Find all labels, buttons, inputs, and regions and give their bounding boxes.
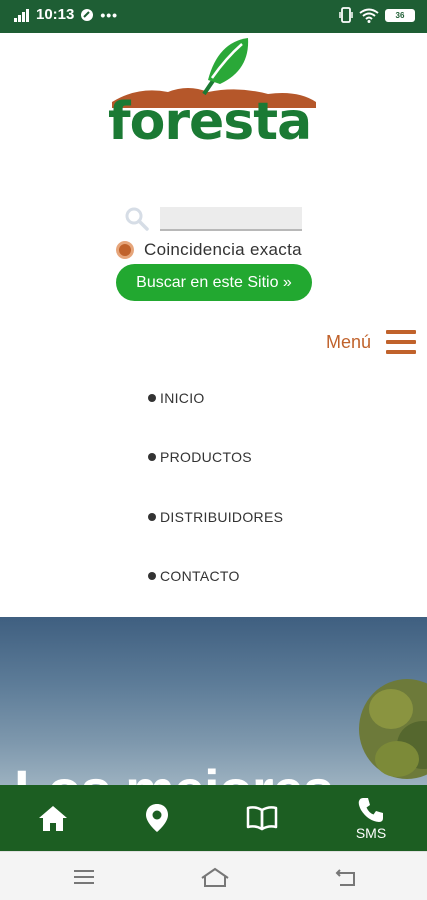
bullet-icon — [148, 572, 156, 580]
sms-label: SMS — [355, 824, 387, 841]
bullet-icon — [148, 513, 156, 521]
search-site-button[interactable]: Buscar en este Sitio » — [116, 264, 312, 301]
nav-item-inicio[interactable]: INICIO — [148, 390, 205, 406]
status-left: 10:13 ••• — [14, 6, 118, 23]
bullet-icon — [148, 394, 156, 402]
system-nav-bar — [0, 851, 427, 900]
bottom-nav: SMS — [0, 785, 427, 851]
signal-icon — [14, 8, 29, 22]
search-input[interactable] — [160, 207, 302, 231]
exact-match-radio[interactable] — [116, 241, 134, 259]
bullet-icon — [148, 453, 156, 461]
phone-icon — [358, 797, 383, 822]
location-pin-icon — [146, 804, 168, 832]
hero-title: Los mejores — [14, 757, 334, 785]
home-button-icon[interactable] — [200, 866, 230, 888]
nav-item-label: INICIO — [160, 390, 205, 406]
nav-item-distribuidores[interactable]: DISTRIBUIDORES — [148, 509, 283, 525]
nav-item-label: CONTACTO — [160, 568, 240, 584]
status-bar: 10:13 ••• 36 — [0, 0, 427, 33]
nav-item-productos[interactable]: PRODUCTOS — [148, 449, 252, 465]
vibrate-icon — [339, 7, 353, 23]
exact-match-label: Coincidencia exacta — [144, 240, 302, 259]
search-icon — [125, 207, 149, 231]
home-icon — [39, 806, 67, 831]
exact-match-option[interactable]: Coincidencia exacta — [116, 240, 302, 260]
bottom-nav-sms[interactable]: SMS — [352, 785, 390, 851]
battery-level: 36 — [395, 10, 405, 20]
bottom-nav-home[interactable] — [36, 785, 70, 851]
logo-text: foresta — [108, 92, 312, 152]
bottom-nav-location[interactable] — [142, 785, 172, 851]
wifi-icon — [359, 8, 379, 23]
book-icon — [246, 806, 278, 831]
tree-image — [359, 679, 427, 779]
recent-apps-icon[interactable] — [72, 866, 96, 888]
nav-item-label: DISTRIBUIDORES — [160, 509, 284, 525]
bottom-nav-book[interactable] — [245, 785, 279, 851]
menu-label[interactable]: Menú — [326, 332, 371, 353]
foresta-logo[interactable]: foresta — [108, 36, 320, 180]
app-notification-icon — [81, 8, 94, 21]
nav-item-label: PRODUCTOS — [160, 449, 252, 465]
battery-icon: 36 — [385, 8, 415, 22]
status-time: 10:13 — [36, 6, 75, 23]
hamburger-menu-icon[interactable] — [386, 330, 416, 354]
hero-banner: Los mejores — [0, 617, 427, 785]
status-right: 36 — [339, 7, 415, 23]
nav-item-contacto[interactable]: CONTACTO — [148, 568, 240, 584]
back-icon[interactable] — [334, 866, 358, 888]
more-notifications-icon: ••• — [100, 6, 119, 23]
